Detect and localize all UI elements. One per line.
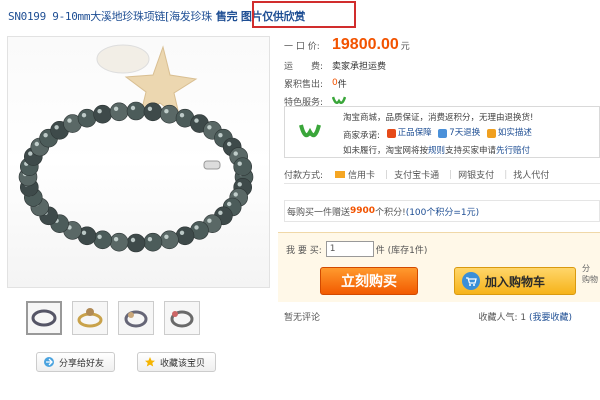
- advance-payment-link[interactable]: 先行赔付: [496, 146, 530, 156]
- described-icon: [486, 129, 496, 138]
- points-suffix: 个积分!: [375, 207, 406, 218]
- main-product-image[interactable]: [7, 36, 270, 288]
- tmall-logo-icon: [299, 124, 321, 138]
- pearl-necklace-image: [18, 44, 254, 253]
- quantity-label: 我 要 买:: [286, 245, 322, 256]
- thumbnail-4[interactable]: [164, 301, 200, 335]
- add-to-cart-label: 加入购物车: [485, 274, 546, 289]
- price-value: 19800.00: [332, 36, 399, 53]
- payment-online-bank[interactable]: 网银支付: [458, 168, 494, 181]
- shipping-row: 运 费: 卖家承担运费: [284, 56, 600, 74]
- product-title: SN0199 9-10mm 大溪地珍珠项链[海发珍珠 售完 图片仅供欣赏: [8, 1, 356, 28]
- guarantee-box: 淘宝商城，品质保证，消费返积分，无理由退换货! 商家承诺: 正品保障 7天退换 …: [284, 106, 600, 158]
- quantity-row: 我 要 买: 1 件 (库存1件): [286, 241, 427, 257]
- points-note-link[interactable]: (100个积分=1元): [406, 205, 479, 218]
- collect-label: 收藏该宝贝: [160, 358, 206, 369]
- thumbnail-3[interactable]: [118, 301, 154, 335]
- add-favorite-link[interactable]: (我要收藏): [529, 313, 572, 323]
- seven-day-return-tag[interactable]: 7天退换: [438, 126, 480, 141]
- buy-box: 我 要 买: 1 件 (库存1件) 立刻购买 加入购物车 分 购物: [278, 232, 600, 302]
- sold-out-highlight-box: [252, 1, 356, 28]
- quantity-input[interactable]: 1: [325, 241, 374, 257]
- sales-unit: 件: [337, 79, 347, 90]
- guarantee-line-2: 商家承诺: 正品保障 7天退换 如实描述: [343, 126, 533, 144]
- points-box: 每购买一件赠送 9900 个积分! (100个积分=1元): [284, 200, 600, 222]
- guarantee-line-1: 淘宝商城，品质保证，消费返积分，无理由退换货!: [343, 113, 534, 123]
- thumbnail-1[interactable]: [26, 301, 62, 335]
- rules-link[interactable]: 规则: [428, 146, 445, 156]
- thumbnail-strip: [26, 301, 200, 335]
- popularity-label: 收藏人气:: [478, 313, 518, 323]
- popularity-value: 1: [520, 313, 527, 323]
- merchant-promise-label: 商家承诺:: [343, 131, 380, 141]
- guarantee-text: 淘宝商城，品质保证，消费返积分，无理由退换货! 商家承诺: 正品保障 7天退换 …: [343, 111, 533, 159]
- shipping-label: 运 费:: [284, 61, 324, 72]
- reviews-text[interactable]: 暂无评论: [284, 310, 320, 324]
- payment-methods: 付款方式: 信用卡 | 支付宝卡通 | 网银支付 | 找人代付: [284, 166, 600, 184]
- cart-tail-text: 分 购物: [582, 264, 598, 284]
- guarantee-line-3: 如未履行，淘宝网将按规则支持买家申请先行赔付: [343, 146, 531, 156]
- bottom-stats: 暂无评论 收藏人气: 1 (我要收藏): [284, 310, 600, 324]
- price-row: 一 口 价: 19800.00 元: [284, 34, 600, 56]
- return-icon: [438, 129, 448, 138]
- payment-credit-card[interactable]: 信用卡: [335, 168, 375, 181]
- collect-item-button[interactable]: 收藏该宝贝: [137, 352, 217, 372]
- authentic-tag[interactable]: 正品保障: [386, 126, 432, 141]
- shipping-value: 卖家承担运费: [332, 61, 387, 72]
- stock-text: 件 (库存1件): [375, 245, 428, 256]
- authentic-icon: [386, 129, 396, 138]
- share-actions: 分享给好友 收藏该宝贝: [36, 352, 217, 372]
- star-icon: [145, 357, 156, 367]
- payment-friend-pay[interactable]: 找人代付: [513, 168, 549, 181]
- thumbnail-2[interactable]: [72, 301, 108, 335]
- credit-card-icon: [335, 171, 346, 178]
- sales-label: 累积售出:: [284, 79, 324, 90]
- payment-label: 付款方式:: [284, 171, 324, 181]
- points-prefix: 每购买一件赠送: [287, 207, 351, 218]
- product-name: 大溪地珍珠项链[海发珍珠: [90, 10, 212, 23]
- cart-icon: [462, 272, 480, 290]
- share-icon: [44, 357, 54, 367]
- add-to-cart-button[interactable]: 加入购物车: [454, 267, 576, 295]
- sales-row: 累积售出: 0 件: [284, 74, 600, 92]
- buy-now-button[interactable]: 立刻购买: [320, 267, 418, 295]
- popularity: 收藏人气: 1 (我要收藏): [478, 310, 572, 324]
- product-code: SN0199 9-10mm: [8, 9, 91, 23]
- as-described-tag[interactable]: 如实描述: [486, 126, 532, 141]
- points-number: 9900: [350, 206, 376, 216]
- price-label: 一 口 价:: [284, 41, 320, 52]
- payment-alipay-card[interactable]: 支付宝卡通: [394, 168, 439, 181]
- share-label: 分享给好友: [59, 358, 105, 369]
- product-info: 一 口 价: 19800.00 元 运 费: 卖家承担运费 累积售出: 0 件 …: [284, 34, 600, 110]
- price-unit: 元: [400, 41, 410, 52]
- share-to-friends-button[interactable]: 分享给好友: [36, 352, 116, 372]
